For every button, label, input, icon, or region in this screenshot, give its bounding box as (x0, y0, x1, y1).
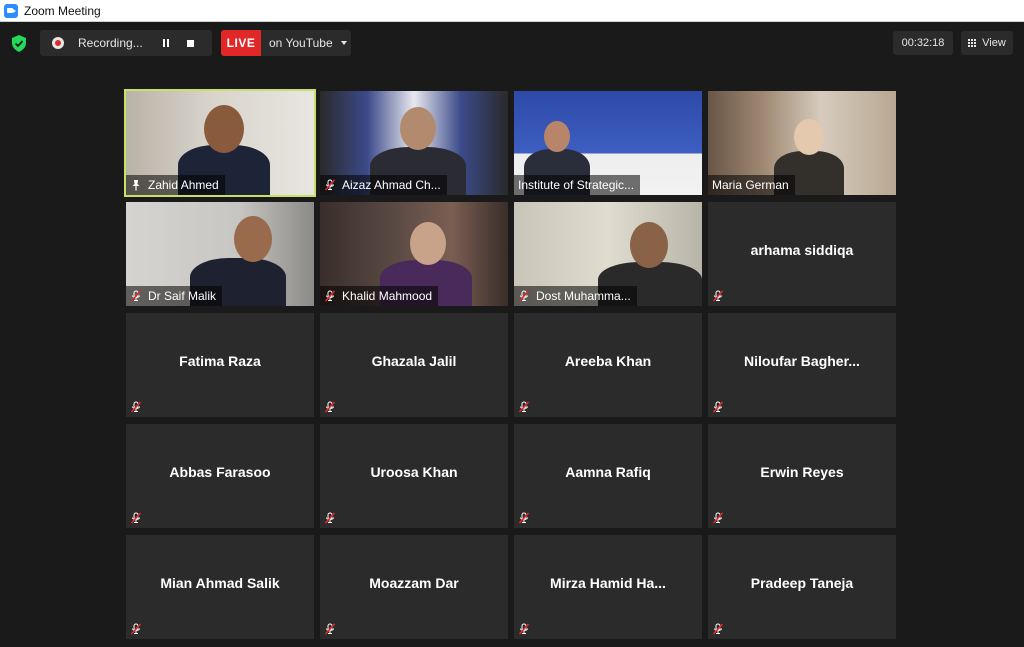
participant-name-label: Zahid Ahmed (126, 175, 225, 195)
live-badge: LIVE (221, 30, 261, 56)
zoom-logo-icon (4, 3, 18, 18)
muted-mic-icon (324, 623, 336, 635)
participant-tile[interactable]: Mian Ahmad Salik (126, 535, 314, 639)
pause-icon (163, 39, 165, 47)
muted-mic-icon (712, 623, 724, 635)
participant-name: Fatima Raza (179, 353, 261, 369)
muted-mic-icon (130, 512, 142, 524)
participant-name-label: Khalid Mahmood (320, 286, 439, 306)
participant-name: Moazzam Dar (369, 575, 459, 591)
muted-mic-icon (324, 401, 336, 413)
participant-tile[interactable]: Moazzam Dar (320, 535, 508, 639)
stop-icon (186, 39, 194, 47)
muted-mic-icon (518, 401, 530, 413)
participant-tile[interactable]: Institute of Strategic... (514, 91, 702, 195)
meeting-toolbar: Recording... LIVE on YouTube 00:32:18 Vi… (0, 22, 1024, 66)
view-label: View (982, 37, 1006, 49)
recording-controls: Recording... (40, 30, 212, 56)
participant-name-label: Dr Saif Malik (126, 286, 223, 306)
participant-tile[interactable]: Uroosa Khan (320, 424, 508, 528)
muted-mic-icon (712, 290, 724, 302)
participant-name: Aamna Rafiq (565, 464, 651, 480)
pin-icon (132, 180, 140, 191)
participant-tile[interactable]: Zahid Ahmed (124, 89, 316, 197)
caret-down-icon (340, 41, 347, 45)
livestream-label: on YouTube (269, 36, 333, 50)
participant-name-label: Institute of Strategic... (514, 175, 641, 195)
participant-tile[interactable]: Aizaz Ahmad Ch... (320, 91, 508, 195)
muted-mic-icon (324, 179, 336, 191)
muted-mic-icon (130, 290, 142, 302)
recording-label: Recording... (78, 36, 143, 50)
participant-name: Pradeep Taneja (750, 575, 854, 591)
participant-name: Dr Saif Malik (148, 289, 217, 303)
participant-tile[interactable]: Fatima Raza (126, 313, 314, 417)
participant-tile[interactable]: arhama siddiqa (708, 202, 896, 306)
participant-name: Khalid Mahmood (342, 289, 433, 303)
participant-name: Zahid Ahmed (148, 178, 219, 192)
muted-mic-icon (130, 401, 142, 413)
gallery-grid: Zahid Ahmed Aizaz Ahmad Ch... Institute of… (124, 89, 896, 639)
recording-indicator-icon (52, 37, 64, 49)
participant-tile[interactable]: Pradeep Taneja (708, 535, 896, 639)
participant-tile[interactable]: Maria German (708, 91, 896, 195)
participant-name: Niloufar Bagher... (744, 353, 860, 369)
participant-tile[interactable]: Erwin Reyes (708, 424, 896, 528)
participant-name: Areeba Khan (564, 353, 652, 369)
muted-mic-icon (518, 512, 530, 524)
participant-name: Erwin Reyes (760, 464, 844, 480)
participant-name: Maria German (712, 178, 789, 192)
participant-name: Aizaz Ahmad Ch... (342, 178, 441, 192)
participant-tile[interactable]: Abbas Farasoo (126, 424, 314, 528)
muted-mic-icon (518, 623, 530, 635)
muted-mic-icon (712, 512, 724, 524)
participant-name: arhama siddiqa (750, 242, 854, 258)
muted-mic-icon (130, 623, 142, 635)
meeting-timer: 00:32:18 (893, 31, 953, 55)
window-titlebar: Zoom Meeting (0, 0, 1024, 22)
participant-name: Institute of Strategic... (518, 178, 635, 192)
pause-recording-button[interactable] (156, 30, 176, 56)
muted-mic-icon (324, 512, 336, 524)
participant-name: Abbas Farasoo (169, 464, 271, 480)
grid-view-icon (968, 38, 977, 48)
participant-tile[interactable]: Niloufar Bagher... (708, 313, 896, 417)
participant-tile[interactable]: Areeba Khan (514, 313, 702, 417)
participant-tile[interactable]: Dost Muhamma... (514, 202, 702, 306)
participant-name: Uroosa Khan (370, 464, 458, 480)
livestream-dropdown[interactable]: on YouTube (261, 30, 351, 56)
participant-name-label: Maria German (708, 175, 795, 195)
participant-name-label: Aizaz Ahmad Ch... (320, 175, 447, 195)
stop-recording-button[interactable] (180, 30, 200, 56)
participant-name: Mirza Hamid Ha... (550, 575, 666, 591)
participant-tile[interactable]: Aamna Rafiq (514, 424, 702, 528)
muted-mic-icon (324, 290, 336, 302)
participant-name: Mian Ahmad Salik (160, 575, 280, 591)
view-button[interactable]: View (961, 31, 1013, 55)
participant-tile[interactable]: Mirza Hamid Ha... (514, 535, 702, 639)
participant-name-label: Dost Muhamma... (514, 286, 637, 306)
participant-tile[interactable]: Khalid Mahmood (320, 202, 508, 306)
shield-icon[interactable] (11, 35, 27, 52)
window-title: Zoom Meeting (24, 3, 101, 18)
participant-name: Dost Muhamma... (536, 289, 631, 303)
participant-name: Ghazala Jalil (371, 353, 457, 369)
participant-tile[interactable]: Dr Saif Malik (126, 202, 314, 306)
muted-mic-icon (712, 401, 724, 413)
muted-mic-icon (518, 290, 530, 302)
participant-tile[interactable]: Ghazala Jalil (320, 313, 508, 417)
